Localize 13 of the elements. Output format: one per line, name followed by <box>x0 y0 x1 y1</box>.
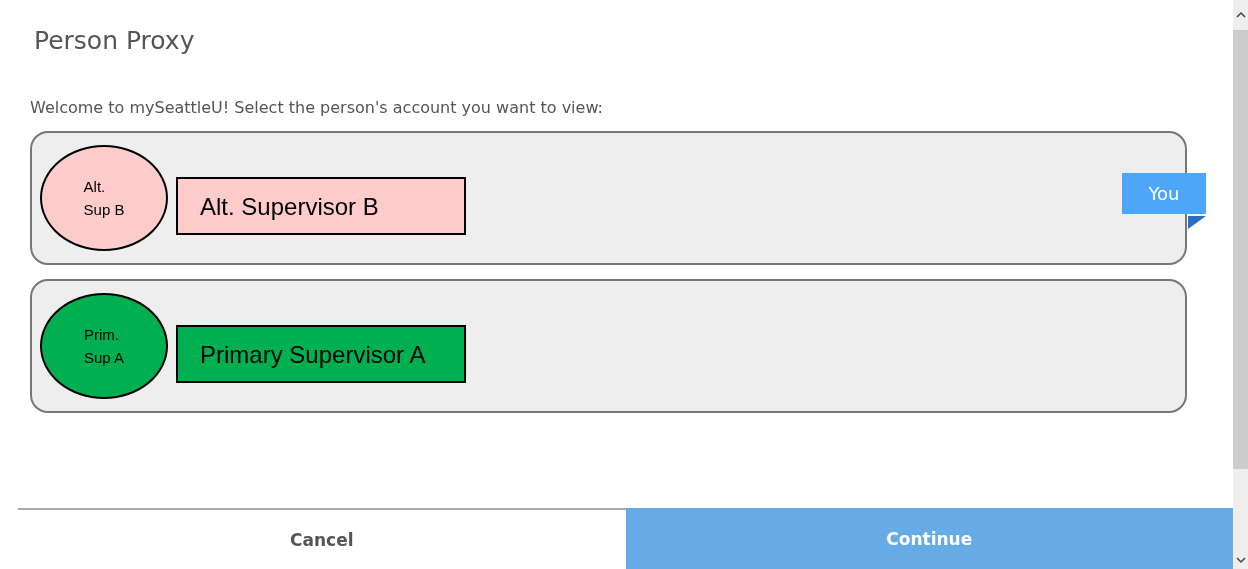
prompt-text: Welcome to mySeattleU! Select the person's account you want to view: <box>30 98 604 117</box>
person-name: Primary Supervisor A <box>176 325 466 383</box>
ribbon-fold-icon <box>1188 216 1206 229</box>
person-name: Alt. Supervisor B <box>176 177 466 235</box>
avatar: Prim. Sup A <box>40 293 168 399</box>
avatar: Alt. Sup B <box>40 145 168 251</box>
you-badge: You <box>1122 173 1206 214</box>
scroll-up-icon[interactable] <box>1235 10 1246 20</box>
scrollbar[interactable] <box>1233 0 1248 569</box>
account-card[interactable]: Prim. Sup A Primary Supervisor A <box>30 279 1187 413</box>
dialog-title: Person Proxy <box>34 26 196 57</box>
scroll-down-icon[interactable] <box>1235 555 1246 565</box>
scroll-thumb[interactable] <box>1233 30 1248 469</box>
